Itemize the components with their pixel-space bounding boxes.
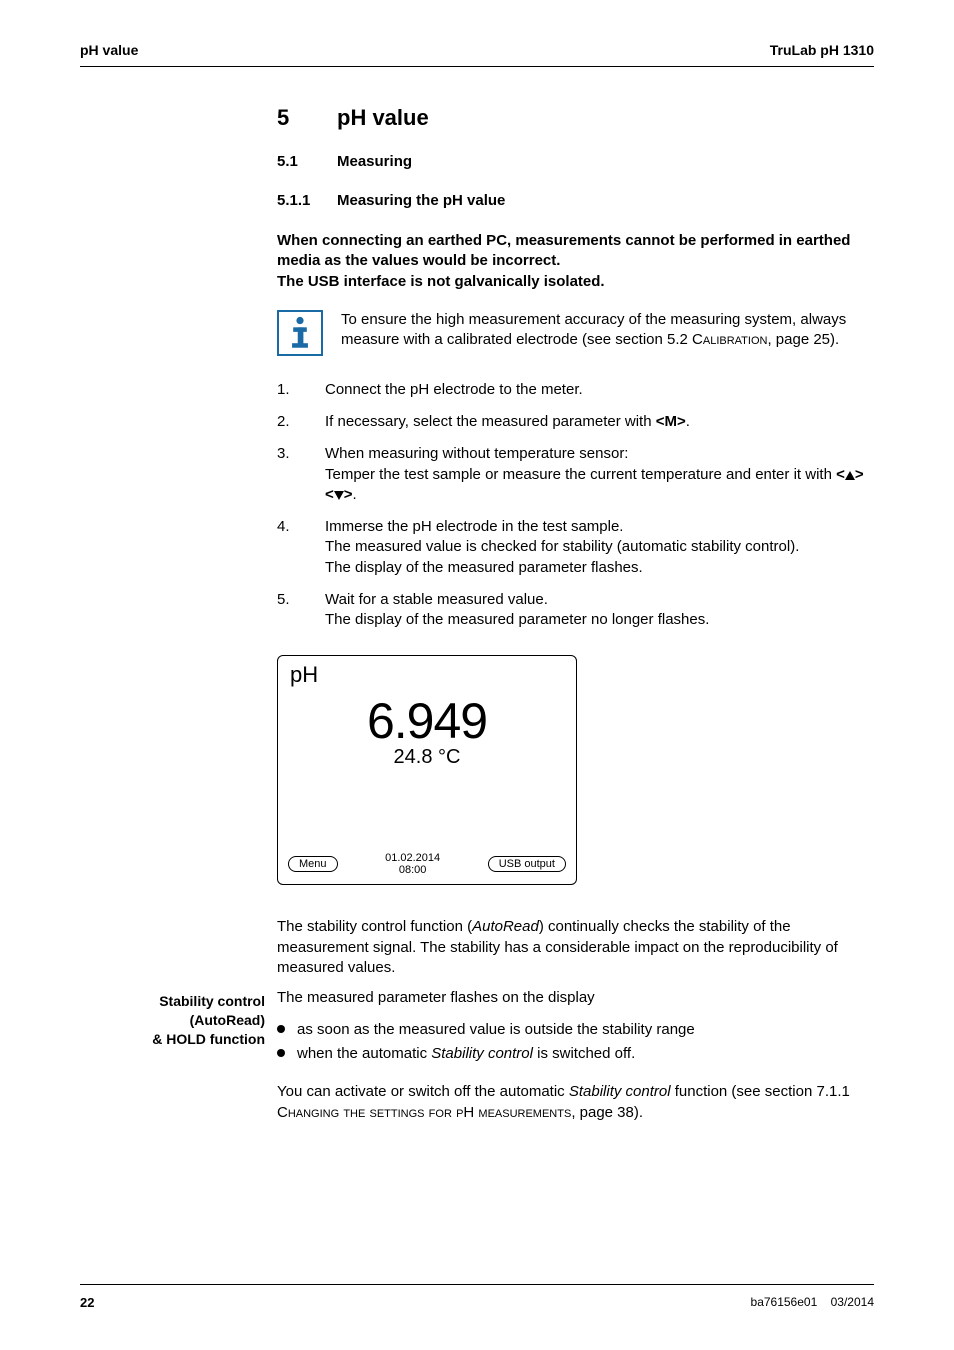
subsection-text: Measuring the pH value	[337, 192, 505, 209]
document-date: 03/2014	[831, 1295, 874, 1309]
info-callout: To ensure the high measurement accuracy …	[277, 310, 874, 356]
display-temperature: 24.8 °C	[288, 746, 566, 769]
section-number: 5.1	[277, 153, 337, 170]
display-footer: Menu 01.02.2014 08:00 USB output	[288, 852, 566, 876]
bullet-2: when the automatic Stability control is …	[277, 1042, 874, 1066]
step-4: Immerse the pH electrode in the test sam…	[277, 517, 874, 578]
display-value: 6.949	[288, 692, 566, 750]
display-datetime: 01.02.2014 08:00	[385, 852, 440, 876]
header-left: pH value	[80, 42, 138, 58]
section-text: Measuring	[337, 153, 412, 170]
margin-line-1: Stability control	[159, 993, 265, 1009]
page-header: pH value TruLab pH 1310	[80, 42, 874, 67]
chapter-text: pH value	[337, 105, 429, 130]
margin-line-3: & HOLD function	[152, 1031, 265, 1047]
display-time: 08:00	[385, 864, 440, 876]
step-1: Connect the pH electrode to the meter.	[277, 380, 874, 400]
softkey-menu[interactable]: Menu	[288, 856, 338, 872]
info-icon	[277, 310, 323, 356]
section-title: 5.1Measuring	[277, 153, 874, 170]
footer-right: ba76156e01 03/2014	[751, 1295, 874, 1310]
steps-list: Connect the pH electrode to the meter. I…	[277, 380, 874, 631]
warning-line-2: The USB interface is not galvanically is…	[277, 273, 605, 290]
stability-paragraph-2: The measured parameter flashes on the di…	[277, 988, 874, 1008]
display-date: 01.02.2014	[385, 852, 440, 864]
chapter-number: 5	[277, 105, 337, 131]
margin-heading: Stability control (AutoRead) & HOLD func…	[80, 992, 265, 1049]
header-right: TruLab pH 1310	[770, 42, 874, 58]
info-text: To ensure the high measurement accuracy …	[341, 310, 874, 351]
stability-bullets: as soon as the measured value is outside…	[277, 1018, 874, 1066]
stability-paragraph-1: The stability control function (AutoRead…	[277, 917, 874, 978]
meter-display: pH 6.949 24.8 °C Menu 01.02.2014 08:00 U…	[277, 655, 577, 885]
key-m: <M>	[656, 413, 686, 430]
step-5: Wait for a stable measured value. The di…	[277, 590, 874, 631]
key-up: <>	[836, 466, 864, 483]
margin-line-2: (AutoRead)	[190, 1012, 265, 1028]
display-ph-label: pH	[290, 662, 318, 688]
subsection-title: 5.1.1Measuring the pH value	[277, 192, 874, 209]
bullet-1: as soon as the measured value is outside…	[277, 1018, 874, 1042]
step-2: If necessary, select the measured parame…	[277, 412, 874, 432]
key-down: <>	[325, 486, 353, 503]
warning-line-1: When connecting an earthed PC, measureme…	[277, 232, 850, 269]
page-footer: 22 ba76156e01 03/2014	[80, 1284, 874, 1310]
document-id: ba76156e01	[751, 1295, 818, 1309]
page-number: 22	[80, 1295, 94, 1310]
step-3: When measuring without temperature senso…	[277, 444, 874, 505]
chapter-title: 5pH value	[277, 105, 874, 131]
warning-text: When connecting an earthed PC, measureme…	[277, 231, 874, 292]
stability-paragraph-3: You can activate or switch off the autom…	[277, 1082, 874, 1123]
subsection-number: 5.1.1	[277, 192, 337, 209]
softkey-usb-output[interactable]: USB output	[488, 856, 566, 872]
